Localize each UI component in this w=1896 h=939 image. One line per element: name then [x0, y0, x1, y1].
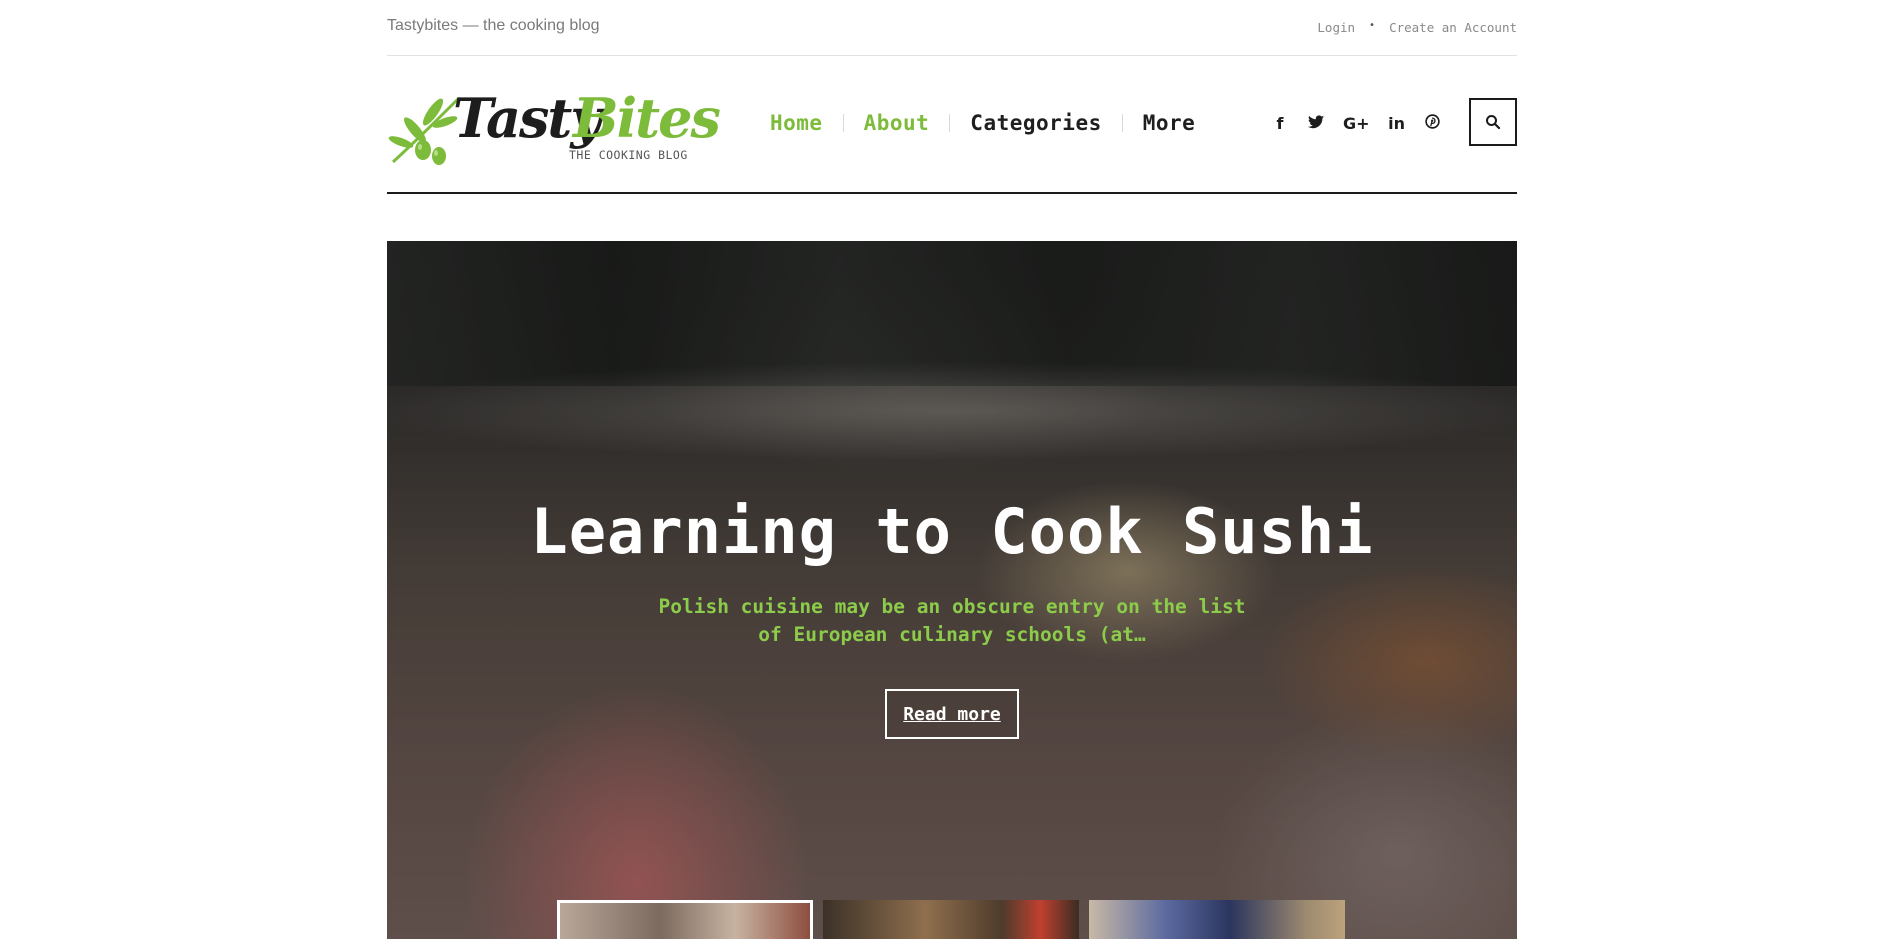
- read-more-button[interactable]: Read more: [885, 689, 1019, 739]
- site-logo[interactable]: Tasty Bites THE COOKING BLOG: [387, 86, 721, 168]
- hero-overlay: [387, 241, 1517, 939]
- social-links: f G+ in: [1271, 114, 1442, 133]
- nav-item-categories[interactable]: Categories: [950, 111, 1121, 135]
- logo-word-bites: Bites: [573, 86, 721, 150]
- login-link[interactable]: Login: [1317, 20, 1355, 35]
- slider-thumbnail[interactable]: [1089, 900, 1345, 939]
- google-plus-icon[interactable]: G+: [1343, 114, 1370, 133]
- logo-subtitle: THE COOKING BLOG: [569, 148, 688, 162]
- site-tagline: Tastybites — the cooking blog: [387, 17, 600, 34]
- nav-item-home[interactable]: Home: [770, 111, 843, 135]
- auth-links: Login • Create an Account: [1317, 20, 1517, 35]
- nav-item-about[interactable]: About: [844, 111, 950, 135]
- facebook-icon[interactable]: f: [1271, 114, 1289, 133]
- hero-title[interactable]: Learning to Cook Sushi: [387, 495, 1517, 568]
- create-account-link[interactable]: Create an Account: [1389, 20, 1517, 35]
- pinterest-icon[interactable]: [1424, 114, 1442, 133]
- main-nav: Home About Categories More: [770, 111, 1215, 135]
- linkedin-icon[interactable]: in: [1388, 114, 1406, 133]
- nav-item-more[interactable]: More: [1123, 111, 1216, 135]
- search-icon: [1486, 115, 1501, 130]
- slider-thumbnail-active[interactable]: [557, 900, 813, 939]
- top-bar: Tastybites — the cooking blog Login • Cr…: [387, 0, 1517, 56]
- site-header: Tasty Bites THE COOKING BLOG Home About …: [387, 56, 1517, 194]
- search-button[interactable]: [1469, 98, 1517, 146]
- slider-thumbnail[interactable]: [823, 900, 1079, 939]
- hero-slider: Learning to Cook Sushi Polish cuisine ma…: [387, 241, 1517, 939]
- auth-separator: •: [1369, 20, 1376, 31]
- twitter-icon[interactable]: [1307, 114, 1325, 133]
- slider-thumbnails: [557, 900, 1345, 939]
- hero-excerpt: Polish cuisine may be an obscure entry o…: [658, 595, 1246, 646]
